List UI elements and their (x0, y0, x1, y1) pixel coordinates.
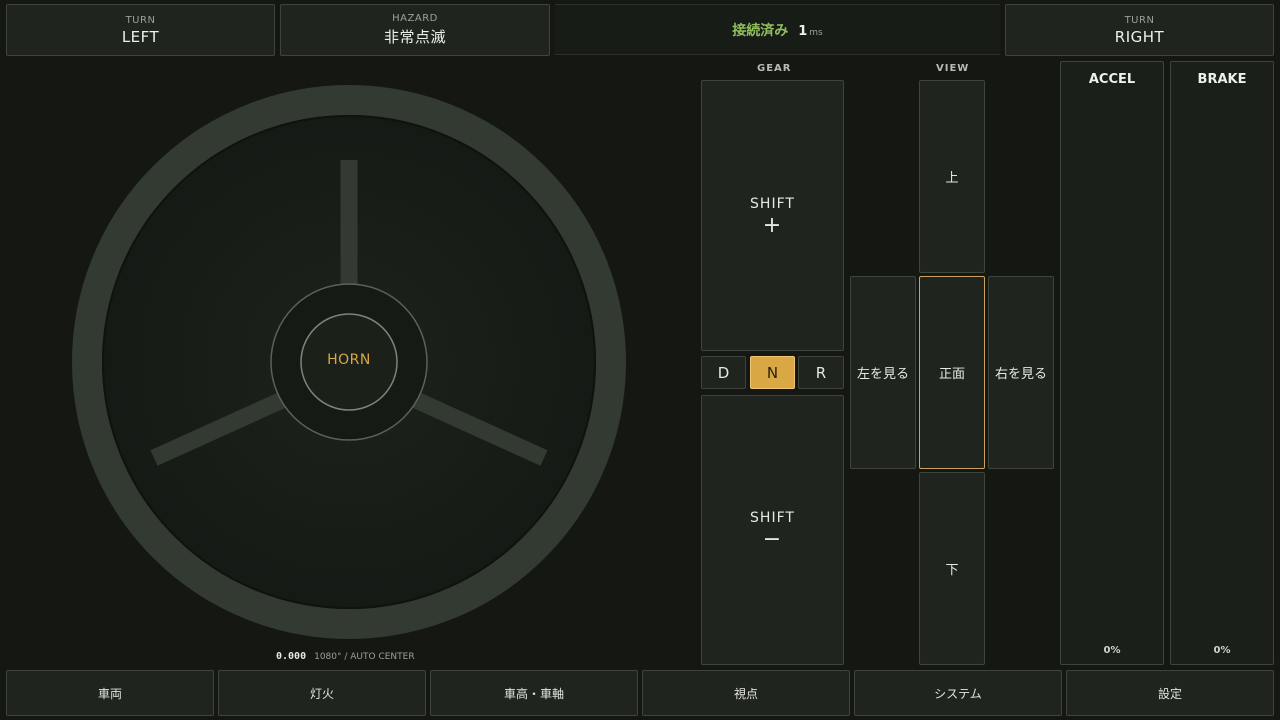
view-up-button[interactable]: 上 (919, 80, 985, 273)
turn-left-label: LEFT (121, 27, 160, 46)
shift-up-label: SHIFT (750, 195, 795, 212)
steering-readout: 0.000 1080° / AUTO CENTER (276, 651, 415, 662)
minus-icon: − (762, 527, 783, 552)
connection-status: 接続済み 1 ms (555, 4, 1000, 55)
latency-readout: 1 ms (798, 20, 823, 39)
tab-settings[interactable]: 設定 (1066, 670, 1274, 716)
turn-left-button[interactable]: TURN LEFT (6, 4, 275, 56)
horn-label: HORN (327, 352, 371, 368)
accel-value: 0% (1103, 645, 1121, 656)
shift-up-button[interactable]: SHIFT + (701, 80, 844, 351)
accel-label: ACCEL (1088, 72, 1136, 87)
brake-value: 0% (1213, 645, 1231, 656)
view-section-label: VIEW (936, 63, 970, 74)
hazard-caption: HAZARD (392, 13, 438, 24)
tab-vehicle[interactable]: 車両 (6, 670, 214, 716)
turn-right-label: RIGHT (1114, 27, 1165, 46)
turn-right-caption: TURN (1124, 14, 1155, 26)
gear-n-button[interactable]: N (750, 356, 795, 389)
gear-r-button[interactable]: R (798, 356, 844, 389)
shift-down-label: SHIFT (750, 510, 795, 526)
accel-pedal[interactable]: ACCEL 0% (1060, 61, 1164, 665)
tab-ride-height-axle[interactable]: 車高・車軸 (430, 670, 638, 716)
tab-system[interactable]: システム (854, 670, 1062, 716)
view-right-button[interactable]: 右を見る (988, 276, 1054, 469)
tab-viewpoint[interactable]: 視点 (642, 670, 850, 716)
brake-pedal[interactable]: BRAKE 0% (1170, 61, 1274, 665)
shift-down-button[interactable]: SHIFT − (701, 395, 844, 665)
connection-text: 接続済み (732, 22, 789, 39)
turn-right-button[interactable]: TURN RIGHT (1005, 4, 1274, 56)
view-left-button[interactable]: 左を見る (850, 276, 916, 469)
gear-section-label: GEAR (757, 63, 792, 74)
view-front-button[interactable]: 正面 (919, 276, 985, 469)
hazard-label: 非常点滅 (383, 28, 446, 46)
latency-unit: ms (809, 28, 823, 38)
view-down-button[interactable]: 下 (919, 472, 985, 665)
latency-value: 1 (798, 24, 808, 39)
hazard-button[interactable]: HAZARD 非常点滅 (280, 4, 550, 56)
turn-left-caption: TURN (125, 14, 156, 26)
steering-range-info: 1080° / AUTO CENTER (314, 652, 415, 662)
tab-lights[interactable]: 灯火 (218, 670, 426, 716)
steering-angle-value: 0.000 (276, 651, 307, 662)
brake-label: BRAKE (1197, 72, 1247, 87)
gear-d-button[interactable]: D (701, 356, 746, 389)
plus-icon: + (762, 212, 783, 238)
